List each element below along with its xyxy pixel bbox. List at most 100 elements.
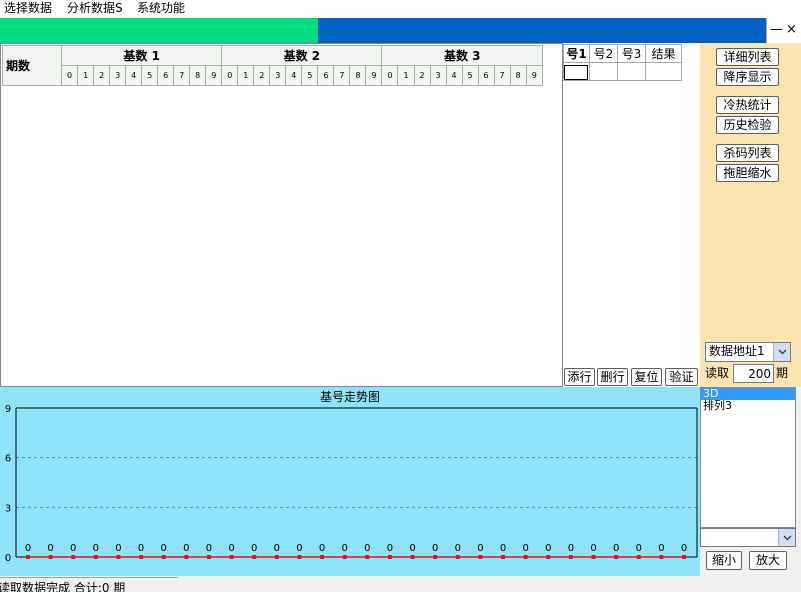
- digit-column-header[interactable]: 9: [525, 65, 544, 86]
- digit-column-header[interactable]: 8: [509, 65, 527, 86]
- data-point: [410, 555, 415, 559]
- code-cell[interactable]: [645, 62, 682, 81]
- digit-column-header[interactable]: 0: [221, 65, 239, 86]
- digit-column-header[interactable]: 2: [93, 65, 111, 86]
- digit-column-header[interactable]: 4: [445, 65, 463, 86]
- data-point: [501, 555, 506, 559]
- delete-row-button[interactable]: 删行: [597, 368, 628, 386]
- data-point: [26, 555, 30, 559]
- digit-column-header[interactable]: 5: [301, 65, 319, 86]
- digit-column-header[interactable]: 2: [253, 65, 271, 86]
- digit-column-header[interactable]: 7: [333, 65, 351, 86]
- data-label: 0: [477, 543, 483, 554]
- verify-button[interactable]: 验证: [665, 368, 698, 386]
- code-header-3[interactable]: 号3: [617, 44, 646, 63]
- data-point: [48, 555, 53, 559]
- period-unit-label: 期: [776, 366, 789, 380]
- digit-column-header[interactable]: 1: [397, 65, 415, 86]
- digit-column-header[interactable]: 5: [461, 65, 479, 86]
- detail-list-button[interactable]: 详细列表: [716, 48, 779, 66]
- digit-column-header[interactable]: 0: [381, 65, 399, 86]
- data-label: 0: [274, 543, 280, 554]
- data-point: [433, 555, 438, 559]
- digit-column-header[interactable]: 9: [205, 65, 223, 86]
- data-point: [184, 555, 189, 559]
- data-label: 0: [228, 543, 234, 554]
- group-header-2[interactable]: 基数 2: [221, 45, 383, 66]
- group-header-1[interactable]: 基数 1: [61, 45, 223, 66]
- list-item[interactable]: 排列3: [701, 400, 795, 412]
- data-point: [387, 555, 392, 559]
- code-table-row[interactable]: [563, 62, 682, 81]
- digit-column-header[interactable]: 4: [125, 65, 143, 86]
- chevron-down-icon[interactable]: [773, 343, 790, 361]
- code-cell[interactable]: [617, 62, 646, 81]
- grid-group-header-row: 期数 基数 1 基数 2 基数 3: [1, 45, 543, 86]
- data-point: [116, 555, 121, 559]
- digit-column-header[interactable]: 1: [237, 65, 255, 86]
- code-cell[interactable]: [589, 62, 618, 81]
- data-label: 0: [138, 543, 144, 554]
- focused-cell-editor[interactable]: [564, 64, 588, 80]
- add-row-button[interactable]: 添行: [564, 368, 595, 386]
- chevron-down-icon[interactable]: [778, 529, 795, 546]
- side-panel: 详细列表 降序显示 冷热统计 历史检验 杀码列表 拖胆缩水 数据地址1 读取 期: [700, 43, 801, 387]
- group-header-3[interactable]: 基数 3: [381, 45, 543, 66]
- code-header-result[interactable]: 结果: [645, 44, 682, 63]
- hot-cold-stats-button[interactable]: 冷热统计: [716, 96, 779, 114]
- code-table[interactable]: 号1 号2 号3 结果: [563, 44, 682, 81]
- data-label: 0: [115, 543, 121, 554]
- top-color-bar: [0, 18, 766, 43]
- digit-column-header[interactable]: 7: [173, 65, 191, 86]
- kill-code-list-button[interactable]: 杀码列表: [716, 144, 779, 162]
- data-source-select[interactable]: 数据地址1: [705, 342, 791, 362]
- digit-column-header[interactable]: 6: [477, 65, 495, 86]
- data-point: [342, 555, 347, 559]
- data-label: 0: [319, 543, 325, 554]
- digit-column-header[interactable]: 3: [109, 65, 127, 86]
- zoom-in-button[interactable]: 放大: [749, 551, 787, 570]
- minimize-button[interactable]: —: [770, 22, 783, 38]
- digit-column-header[interactable]: 9: [365, 65, 383, 86]
- chart-option-select[interactable]: [700, 528, 796, 547]
- digit-column-header[interactable]: 5: [141, 65, 159, 86]
- menu-system-functions[interactable]: 系统功能: [137, 0, 185, 18]
- digit-column-header[interactable]: 8: [189, 65, 207, 86]
- history-check-button[interactable]: 历史检验: [716, 116, 779, 134]
- lottery-type-list[interactable]: 3D 排列3: [700, 387, 796, 528]
- period-column-header[interactable]: 期数: [1, 45, 63, 86]
- code-header-2[interactable]: 号2: [589, 44, 618, 63]
- digit-column-header[interactable]: 0: [61, 65, 79, 86]
- data-point: [568, 555, 573, 559]
- number-grid-table[interactable]: 期数 基数 1 基数 2 基数 301234567890123456789012345…: [1, 45, 544, 86]
- digit-column-header[interactable]: 6: [157, 65, 175, 86]
- digit-column-header[interactable]: 3: [429, 65, 447, 86]
- read-count-input[interactable]: [733, 364, 774, 383]
- code-cell[interactable]: [563, 62, 590, 81]
- close-button[interactable]: ×: [786, 22, 797, 38]
- data-point: [229, 555, 234, 559]
- zoom-out-button[interactable]: 缩小: [706, 551, 742, 570]
- data-point: [591, 555, 596, 559]
- digit-column-header[interactable]: 1: [77, 65, 95, 86]
- y-tick-label: 6: [5, 454, 11, 465]
- data-label: 0: [545, 543, 551, 554]
- digit-column-header[interactable]: 2: [413, 65, 431, 86]
- digit-column-header[interactable]: 3: [269, 65, 287, 86]
- data-label: 0: [568, 543, 574, 554]
- shrink-button[interactable]: 拖胆缩水: [716, 164, 779, 182]
- menu-bar: 选择数据 分析数据S 系统功能: [0, 0, 801, 18]
- digit-column-header[interactable]: 8: [349, 65, 367, 86]
- grid-digit-header-row: 012345678901234567890123456789: [3, 65, 544, 86]
- digit-column-header[interactable]: 4: [285, 65, 303, 86]
- reset-button[interactable]: 复位: [631, 368, 662, 386]
- descending-display-button[interactable]: 降序显示: [716, 68, 779, 86]
- digit-column-header[interactable]: 7: [493, 65, 511, 86]
- menu-select-data[interactable]: 选择数据: [4, 0, 52, 18]
- data-point: [139, 555, 144, 559]
- menu-analyze-data[interactable]: 分析数据S: [67, 0, 123, 18]
- y-tick-label: 9: [5, 404, 11, 415]
- data-label: 0: [364, 543, 370, 554]
- digit-column-header[interactable]: 6: [317, 65, 335, 86]
- code-header-1[interactable]: 号1: [563, 44, 590, 63]
